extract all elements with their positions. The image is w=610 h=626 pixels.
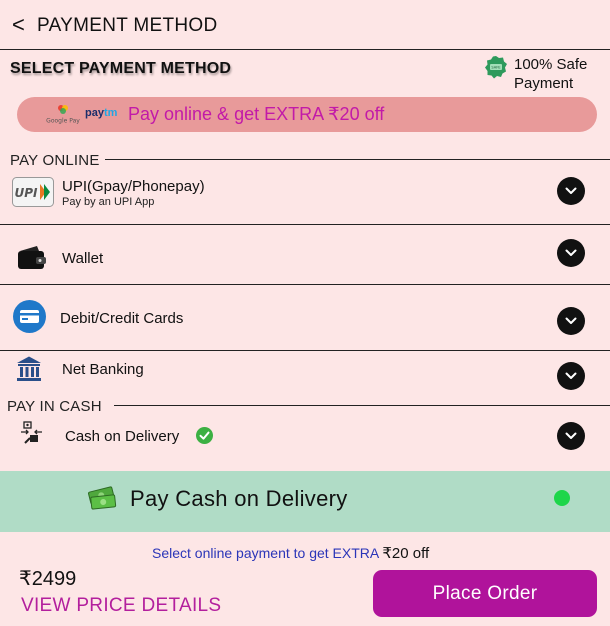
online-offer-hint: Select online payment to get EXTRA ₹20 o… (152, 545, 430, 562)
chevron-down-icon[interactable] (557, 362, 585, 390)
chevron-down-icon[interactable] (557, 177, 585, 205)
header-divider (0, 49, 610, 50)
selected-indicator (554, 490, 570, 506)
place-order-button[interactable]: Place Order (373, 570, 597, 617)
upi-subtitle: Pay by an UPI App (62, 196, 155, 208)
upi-title: UPI(Gpay/Phonepay) (62, 178, 205, 195)
google-pay-logo: Google Pay (46, 105, 80, 125)
total-price: ₹2499 (19, 568, 77, 590)
svg-text:UPI: UPI (14, 186, 38, 200)
paytm-logo: paytm (85, 107, 118, 119)
svg-text:SAFE: SAFE (491, 66, 501, 70)
upi-icon: UPI (12, 177, 54, 207)
chevron-down-icon[interactable] (557, 239, 585, 267)
safe-payment-label: 100% Safe Payment (514, 56, 588, 92)
netbanking-title: Net Banking (62, 361, 144, 378)
section-title: SELECT PAYMENT METHOD (10, 60, 232, 77)
chevron-down-icon[interactable] (557, 422, 585, 450)
back-icon[interactable]: < (12, 12, 25, 38)
cod-bar-label: Pay Cash on Delivery (130, 486, 348, 511)
option-divider (0, 350, 610, 351)
check-circle-icon (196, 427, 213, 444)
svg-text:Google Pay: Google Pay (46, 118, 80, 125)
promo-text: Pay online & get EXTRA ₹20 off (128, 104, 385, 124)
cod-title: Cash on Delivery (65, 428, 180, 445)
card-icon (13, 300, 46, 333)
group-divider (114, 405, 610, 406)
group-divider (105, 159, 610, 160)
page-title: PAYMENT METHOD (37, 15, 218, 36)
money-icon (88, 486, 117, 510)
cash-delivery-icon (21, 421, 42, 444)
cards-title: Debit/Credit Cards (60, 310, 184, 327)
view-price-details-link[interactable]: VIEW PRICE DETAILS (21, 595, 221, 617)
option-divider (0, 224, 610, 225)
wallet-icon (18, 246, 46, 269)
secure-shield-icon: SAFE (485, 56, 507, 79)
option-divider (0, 284, 610, 285)
chevron-down-icon[interactable] (557, 307, 585, 335)
wallet-title: Wallet (62, 250, 104, 267)
bank-icon (17, 356, 41, 381)
